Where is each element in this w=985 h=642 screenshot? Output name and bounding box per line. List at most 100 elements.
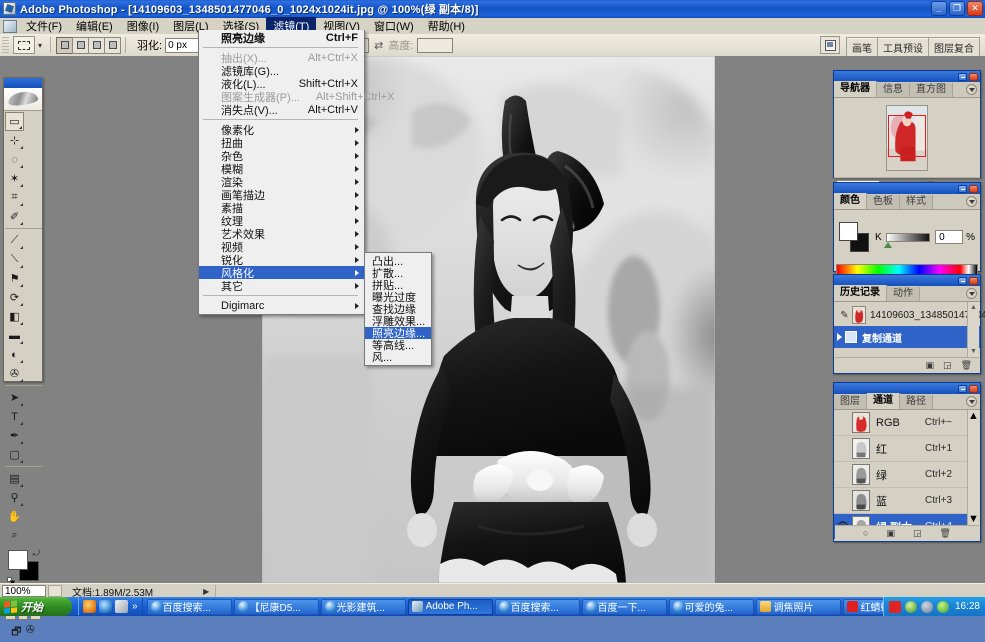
shield-icon[interactable] (905, 601, 917, 613)
channels-minimize-button[interactable] (958, 385, 967, 393)
menu-item-vanishing-point[interactable]: 消失点(V)... Alt+Ctrl+V (199, 103, 364, 116)
minimize-button[interactable]: _ (931, 1, 947, 16)
current-tool-icon[interactable] (13, 36, 35, 54)
tab-paths[interactable]: 路径 (900, 395, 933, 409)
palette-tab-brushes[interactable]: 画笔 (846, 37, 878, 56)
green-arrow-icon[interactable] (937, 601, 949, 613)
gradient-tool[interactable]: ▬ (5, 326, 24, 345)
tab-channels[interactable]: 通道 (867, 393, 900, 409)
channels-close-button[interactable] (969, 385, 978, 393)
sound-icon[interactable] (921, 601, 933, 613)
options-bar-grip[interactable] (2, 36, 9, 54)
menu-file[interactable]: 文件(F) (19, 17, 69, 35)
healing-brush-tool[interactable]: ⟋ (5, 231, 24, 250)
status-menu-arrow-icon[interactable]: ▶ (203, 587, 209, 596)
height-input[interactable] (417, 38, 453, 53)
palette-tab-tool-presets[interactable]: 工具预设 (877, 37, 929, 56)
tab-histogram[interactable]: 直方图 (910, 83, 953, 97)
history-minimize-button[interactable] (958, 277, 967, 285)
taskbar-item[interactable]: 【尼康D5... (234, 599, 319, 615)
menu-item-last-filter[interactable]: 照亮边缘 Ctrl+F (199, 31, 364, 44)
intersect-selection-button[interactable] (104, 37, 121, 54)
tab-styles[interactable]: 样式 (900, 195, 933, 209)
path-selection-tool[interactable]: ➤ (5, 388, 24, 407)
tab-history[interactable]: 历史记录 (834, 285, 887, 301)
subtract-selection-button[interactable] (88, 37, 105, 54)
channel-row-green[interactable]: 绿 Ctrl+2 (834, 462, 968, 488)
swap-dimensions-icon[interactable]: ⇄ (374, 39, 383, 52)
taskbar-item-folder[interactable]: 调焦照片 (756, 599, 841, 615)
delete-state-icon[interactable]: 🗑 (961, 360, 972, 371)
document-menu-icon[interactable] (3, 20, 17, 33)
color-minimize-button[interactable] (958, 185, 967, 193)
channel-row-rgb[interactable]: RGB Ctrl+~ (834, 410, 968, 436)
history-snapshot-row[interactable]: ✎ 14109603_134850147704... (834, 304, 980, 326)
crop-tool[interactable]: ⌗ (5, 188, 24, 207)
tab-layers[interactable]: 图层 (834, 395, 867, 409)
notes-tool[interactable]: ▤ (5, 469, 24, 488)
clone-stamp-tool[interactable]: ⚑ (5, 269, 24, 288)
move-tool[interactable]: ⊹ (5, 131, 24, 150)
pen-tool[interactable]: ✒ (5, 426, 24, 445)
k-channel-slider[interactable] (886, 233, 930, 242)
taskbar-item-capture[interactable]: 红蜻蜓抓... (843, 599, 883, 615)
desktop-icon[interactable] (115, 600, 128, 613)
close-button[interactable]: ✕ (967, 1, 983, 16)
navigator-preview[interactable] (834, 98, 980, 177)
new-snapshot-icon[interactable]: ◲ (943, 360, 952, 371)
history-close-button[interactable] (969, 277, 978, 285)
eraser-tool[interactable]: ◧ (5, 307, 24, 326)
channel-row-red[interactable]: 红 Ctrl+1 (834, 436, 968, 462)
tab-actions[interactable]: 动作 (887, 287, 920, 301)
tool-preset-chevron-icon[interactable]: ▾ (35, 41, 45, 50)
status-grip-icon[interactable] (48, 585, 62, 597)
zoom-level-input[interactable]: 100% (2, 585, 46, 597)
rectangular-marquee-tool[interactable]: ▭ (5, 112, 24, 131)
history-scroll-up-icon[interactable]: ▲ (968, 302, 979, 313)
new-document-from-state-icon[interactable]: ▣ (926, 360, 935, 371)
taskbar-item[interactable]: 百度搜索... (147, 599, 232, 615)
navigator-menu-icon[interactable] (966, 84, 977, 95)
red-cross-icon[interactable] (889, 601, 901, 613)
start-button[interactable]: 开始 (0, 597, 72, 616)
brush-tool[interactable]: ⟍ (5, 250, 24, 269)
history-state-row[interactable]: 复制通道 (834, 326, 980, 348)
swap-colors-icon[interactable]: ⤾ (33, 548, 41, 559)
slice-tool[interactable]: ✐ (5, 207, 24, 226)
toolbox-titlebar[interactable] (4, 78, 42, 88)
history-menu-icon[interactable] (966, 288, 977, 299)
channels-scroll-down-icon[interactable]: ▼ (968, 513, 979, 525)
color-menu-icon[interactable] (966, 196, 977, 207)
magic-wand-tool[interactable]: ✶ (5, 169, 24, 188)
channels-scrollbar[interactable]: ▲ ▼ (967, 410, 979, 525)
palette-tab-layer-comps[interactable]: 图层复合 (928, 37, 980, 56)
eyedropper-tool[interactable]: ⚲ (5, 488, 24, 507)
delete-channel-icon[interactable]: 🗑 (940, 528, 951, 539)
navigator-view-box[interactable] (888, 115, 926, 157)
history-scroll-down-icon[interactable]: ▼ (968, 346, 979, 357)
media-player-icon[interactable] (83, 600, 96, 613)
taskbar-item[interactable]: 可爱的兔... (669, 599, 754, 615)
jump-to-imageready-button[interactable]: 🗗 ✇ (4, 623, 42, 642)
clock-label[interactable]: 16:28 (955, 601, 980, 612)
navigator-close-button[interactable] (969, 73, 978, 81)
snapshot-brush-icon[interactable]: ✎ (837, 310, 852, 321)
tab-swatches[interactable]: 色板 (867, 195, 900, 209)
menu-item-digimarc[interactable]: Digimarc (199, 299, 364, 312)
blur-tool[interactable]: ◐ (5, 345, 24, 364)
history-brush-tool[interactable]: ⟳ (5, 288, 24, 307)
menu-image[interactable]: 图像(I) (120, 17, 166, 35)
menu-window[interactable]: 窗口(W) (367, 17, 421, 35)
menu-item-other[interactable]: 其它 (199, 279, 364, 292)
zoom-tool[interactable]: ⌕ (5, 526, 24, 545)
color-foreground-swatch[interactable] (839, 222, 858, 241)
history-scrollbar[interactable]: ▲ ▼ (967, 302, 979, 357)
k-value-input[interactable]: 0 (935, 230, 963, 244)
k-slider-thumb[interactable] (884, 242, 892, 248)
taskbar-item[interactable]: 光影建筑... (321, 599, 406, 615)
restore-button[interactable]: ❐ (949, 1, 965, 16)
quick-launch-overflow-icon[interactable]: » (132, 601, 138, 612)
navigator-minimize-button[interactable] (958, 73, 967, 81)
menu-edit[interactable]: 编辑(E) (69, 17, 120, 35)
taskbar-item-photoshop[interactable]: Adobe Ph... (408, 599, 493, 615)
